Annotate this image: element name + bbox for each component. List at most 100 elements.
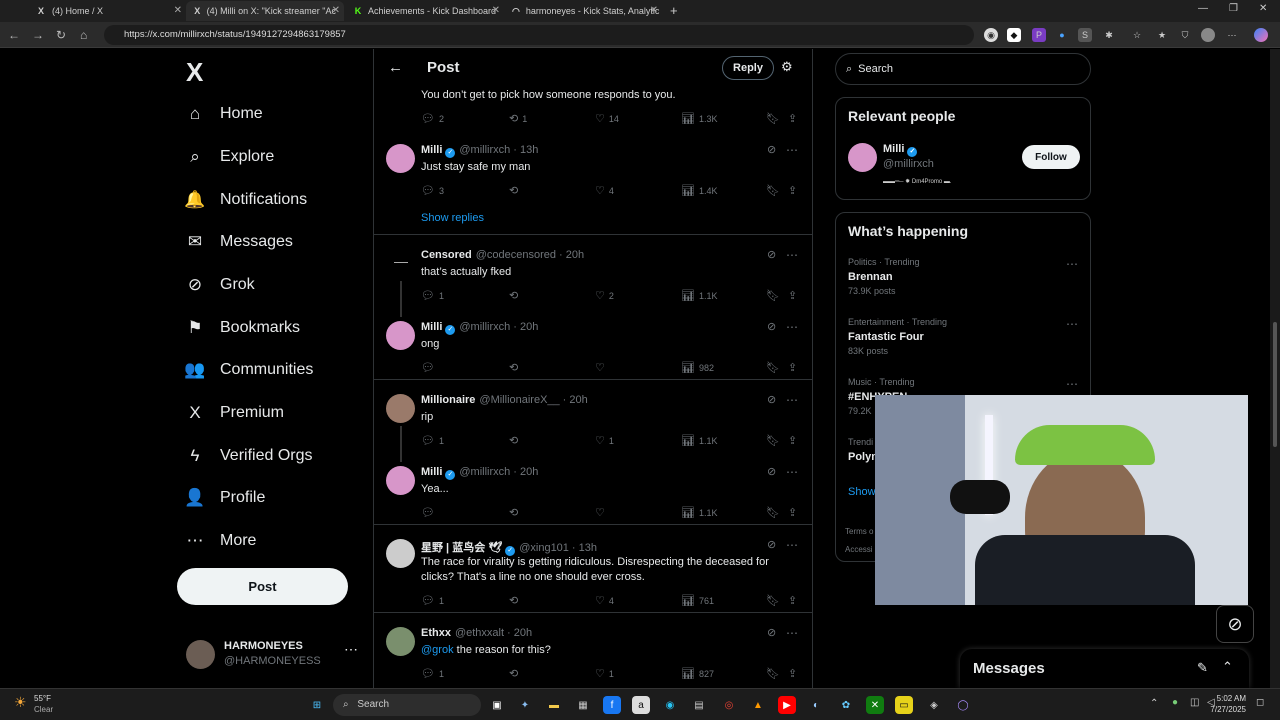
author-handle[interactable]: @ethxxalt (455, 627, 504, 639)
grok-icon[interactable]: ⊘ (767, 465, 776, 478)
reply-button[interactable]: Reply (722, 56, 774, 80)
repost-action[interactable]: ⟲ (509, 184, 522, 197)
bookmark-action[interactable]: 🔖︎ (766, 506, 780, 519)
puzzle-icon[interactable]: ✱ (1102, 28, 1116, 42)
views-action[interactable]: 📊︎ 1.3K (681, 112, 717, 125)
like-action[interactable]: ♡ 1 (595, 434, 614, 447)
like-action[interactable]: ♡ 4 (595, 184, 614, 197)
repost-action[interactable]: ⟲ (509, 667, 522, 680)
grok-icon[interactable]: ⊘ (767, 538, 776, 551)
share-action[interactable]: ⇪ (788, 289, 797, 302)
author-handle[interactable]: @millirxch (459, 466, 510, 478)
app-icon[interactable]: ◯ (954, 696, 972, 714)
new-tab-icon[interactable]: + (670, 3, 678, 18)
bookmark-action[interactable]: 🔖︎ (766, 361, 780, 374)
more-icon[interactable]: ⋯ (786, 465, 798, 479)
views-action[interactable]: 📊︎ 827 (681, 667, 714, 680)
views-action[interactable]: 📊︎ 761 (681, 594, 714, 607)
bookmark-action[interactable]: 🔖︎ (766, 289, 780, 302)
post-time[interactable]: · 13h (572, 542, 597, 554)
views-action[interactable]: 📊︎ 1.4K (681, 184, 717, 197)
app-icon[interactable]: ▲ (749, 696, 767, 714)
avatar[interactable] (386, 394, 415, 423)
repost-action[interactable]: ⟲ (509, 361, 522, 374)
close-icon[interactable]: ✕ (492, 5, 500, 16)
reply-post[interactable]: Milli ✓ @millirxch · 13h ⊘ ⋯ Just stay safe my… (374, 143, 812, 204)
close-window-icon[interactable]: ✕ (1259, 3, 1267, 14)
chevron-up-icon[interactable]: ⌃ (1150, 698, 1158, 709)
edge-icon[interactable]: ◉ (661, 696, 679, 714)
reply-post[interactable]: Milli ✓ @millirxch · 20h ⊘ ⋯ ong 💬︎ ⟲ ♡ 📊︎ 982 🔖︎ ⇪ (374, 281, 812, 381)
avatar[interactable] (394, 249, 408, 263)
author-name[interactable]: Milli (421, 466, 442, 478)
share-action[interactable]: ⇪ (788, 184, 797, 197)
weather-temp[interactable]: 55°F (34, 694, 51, 703)
more-icon[interactable]: ⋯ (786, 626, 798, 640)
nav-item-premium[interactable]: X Premium (184, 398, 284, 428)
avatar[interactable] (386, 627, 415, 656)
person-name[interactable]: Milli (883, 143, 904, 155)
reply-action[interactable]: 💬︎ 1 (421, 434, 444, 447)
back-arrow-icon[interactable]: ← (388, 59, 403, 76)
reply-post[interactable]: Censored @codecensored · 20h ⊘ ⋯ that’s actua… (374, 248, 812, 309)
reply-post[interactable]: 星野 | 蓝鸟会 🕊 ✓ @xing101 · 13h ⊘ ⋯ The race for v… (374, 538, 812, 607)
mention-link[interactable]: @grok (421, 644, 454, 656)
author-name[interactable]: Millionaire (421, 394, 475, 406)
close-icon[interactable]: ✕ (650, 5, 658, 16)
store-icon[interactable]: ▦ (574, 696, 592, 714)
nav-item-notifications[interactable]: 🔔 Notifications (184, 185, 307, 215)
author-name[interactable]: Milli (421, 144, 442, 156)
favorites-icon[interactable]: ☆ (1130, 28, 1144, 42)
nav-item-home[interactable]: ⌂ Home (184, 99, 263, 129)
nav-item-more[interactable]: ⋯ More (184, 526, 257, 556)
like-action[interactable]: ♡ 1 (595, 667, 614, 680)
views-action[interactable]: 📊︎ 982 (681, 361, 714, 374)
expand-icon[interactable]: ⌃ (1222, 659, 1233, 675)
more-icon[interactable]: ⋯ (786, 320, 798, 334)
star-icon[interactable]: ★ (1155, 28, 1169, 42)
home-icon[interactable]: ⌂ (80, 28, 87, 42)
repost-action[interactable]: ⟲ (509, 506, 522, 519)
repost-action[interactable]: ⟲ (509, 434, 522, 447)
repost-action[interactable]: ⟲ (509, 289, 522, 302)
repost-action[interactable]: ⟲ (509, 594, 522, 607)
reply-action[interactable]: 💬︎ (421, 361, 439, 374)
more-icon[interactable]: ⋯ (344, 641, 358, 658)
post-time[interactable]: · 13h (513, 144, 538, 156)
bookmark-action[interactable]: 🔖︎ (766, 184, 780, 197)
share-action[interactable]: ⇪ (788, 594, 797, 607)
more-icon[interactable]: ⋯ (786, 538, 798, 552)
author-handle[interactable]: @millirxch (459, 144, 510, 156)
avatar[interactable] (386, 539, 415, 568)
taskbar-search[interactable]: ⌕ Search (333, 694, 481, 716)
file-explorer-icon[interactable]: ▬ (545, 696, 563, 714)
mic-icon[interactable]: ● (1172, 697, 1178, 708)
messages-dock[interactable]: Messages ✎ ⌃ (960, 649, 1249, 688)
bookmark-action[interactable]: 🔖︎ (766, 594, 780, 607)
like-action[interactable]: ♡ 2 (595, 289, 614, 302)
sliders-icon[interactable]: ⚙ (781, 59, 793, 75)
follow-button[interactable]: Follow (1022, 145, 1080, 169)
forward-icon[interactable]: → (32, 28, 44, 42)
extension-icon[interactable]: ◆ (1007, 28, 1021, 42)
post-button[interactable]: Post (177, 568, 348, 605)
share-action[interactable]: ⇪ (788, 361, 797, 374)
share-action[interactable]: ⇪ (788, 667, 797, 680)
footer-link[interactable]: Terms o (845, 527, 873, 536)
close-icon[interactable]: ✕ (332, 5, 340, 16)
task-view-icon[interactable]: ▣ (488, 696, 506, 714)
post-time[interactable]: · 20h (513, 321, 538, 333)
account-switcher[interactable]: HARMONEYES @HARMONEYESS ⋯ (186, 639, 366, 675)
nav-item-communities[interactable]: 👥 Communities (184, 355, 313, 385)
grok-icon[interactable]: ⊘ (767, 320, 776, 333)
author-handle[interactable]: @codecensored (476, 249, 556, 261)
post-time[interactable]: · 20h (513, 466, 538, 478)
chrome-icon[interactable]: ◎ (720, 696, 738, 714)
app-icon[interactable]: ✿ (837, 696, 855, 714)
reload-icon[interactable]: ↻ (56, 28, 66, 42)
like-action[interactable]: ♡ 4 (595, 594, 614, 607)
notification-icon[interactable]: ◻ (1256, 697, 1264, 708)
author-name[interactable]: 星野 | 蓝鸟会 🕊 (421, 542, 502, 554)
author-name[interactable]: Milli (421, 321, 442, 333)
amazon-icon[interactable]: a (632, 696, 650, 714)
